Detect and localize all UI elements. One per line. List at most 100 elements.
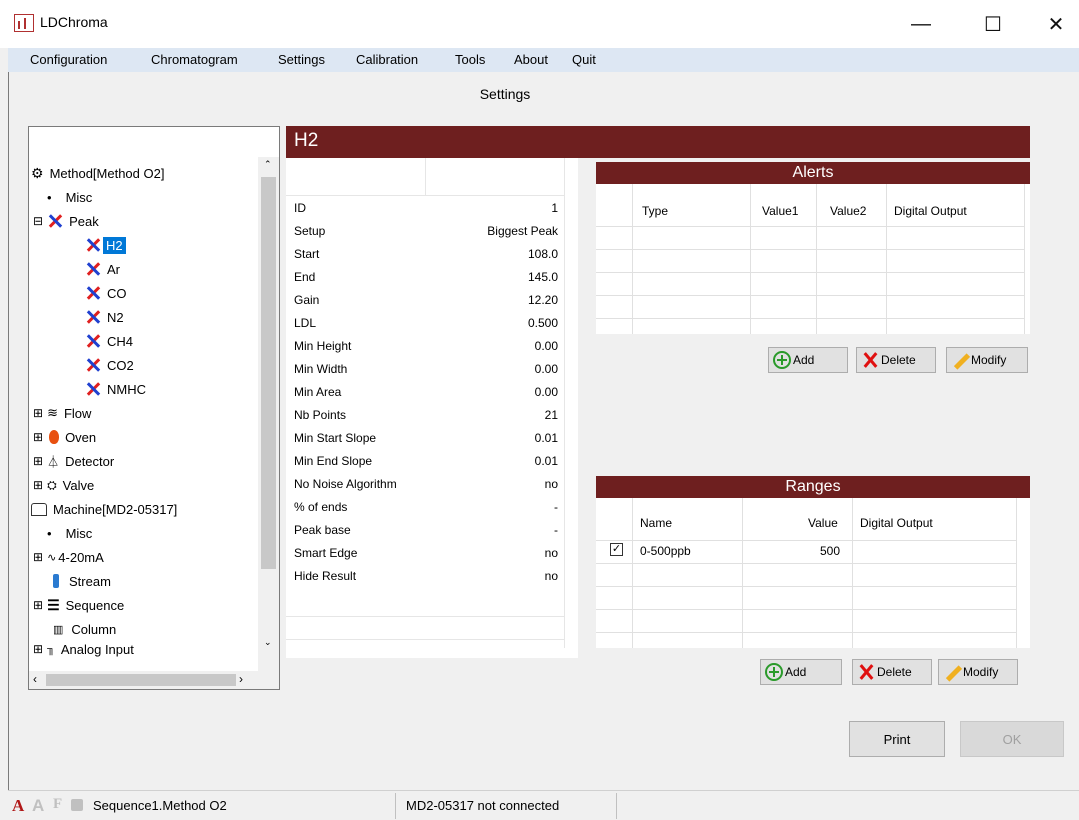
title-bar: LDChroma — ☐ ✕: [0, 0, 1079, 48]
tree-item-peak-co[interactable]: CO: [85, 281, 279, 305]
menu-about[interactable]: About: [514, 52, 548, 67]
param-row[interactable]: ID 1: [286, 196, 564, 219]
expand-icon[interactable]: ⊞: [33, 430, 43, 444]
param-value: -: [554, 500, 558, 514]
maximize-button[interactable]: ☐: [970, 0, 1016, 48]
expand-icon[interactable]: ⊞: [33, 478, 43, 492]
tree-item-peak-h2[interactable]: H2: [85, 233, 279, 257]
param-row[interactable]: Min End Slope 0.01: [286, 449, 564, 472]
print-button[interactable]: Print: [849, 721, 945, 757]
tree-item-detector[interactable]: ⊞ ⏃ Detector: [33, 449, 263, 473]
ranges-modify-button[interactable]: Modify: [938, 659, 1018, 685]
alerts-add-button[interactable]: Add: [768, 347, 848, 373]
tree-item-misc[interactable]: • Misc: [47, 185, 277, 209]
param-row[interactable]: % of ends -: [286, 495, 564, 518]
menu-settings[interactable]: Settings: [278, 52, 325, 67]
collapse-icon[interactable]: ⊟: [33, 214, 43, 228]
save-disk-icon: [71, 799, 83, 811]
param-row-line: [286, 616, 564, 617]
menu-quit[interactable]: Quit: [572, 52, 596, 67]
param-row[interactable]: No Noise Algorithm no: [286, 472, 564, 495]
param-row[interactable]: Smart Edge no: [286, 541, 564, 564]
tree-item-column[interactable]: ▥ Column: [53, 617, 279, 641]
param-row[interactable]: Min Start Slope 0.01: [286, 426, 564, 449]
valve-icon: ⛭: [47, 477, 57, 492]
ranges-add-button[interactable]: Add: [760, 659, 842, 685]
menu-chromatogram[interactable]: Chromatogram: [151, 52, 238, 67]
menu-configuration[interactable]: Configuration: [30, 52, 107, 67]
param-row[interactable]: Min Width 0.00: [286, 357, 564, 380]
scroll-right-icon[interactable]: ›: [239, 672, 243, 686]
ranges-col-digital-output: Digital Output: [860, 516, 933, 530]
tree-item-sequence[interactable]: ⊞ ☰ Sequence: [33, 593, 263, 617]
menu-tools[interactable]: Tools: [455, 52, 485, 67]
param-row[interactable]: Peak base -: [286, 518, 564, 541]
gears-icon: ⚙: [31, 164, 44, 181]
app-chart-icon: [14, 14, 34, 32]
alarm-a-icon: A: [12, 796, 25, 815]
tree-item-peak-co2[interactable]: CO2: [85, 353, 279, 377]
status-bar: A A F Sequence1.Method O2 MD2-05317 not …: [8, 790, 1079, 820]
ok-button[interactable]: OK: [960, 721, 1064, 757]
delete-x-icon: [857, 663, 875, 681]
param-row[interactable]: Hide Result no: [286, 564, 564, 587]
tree-item-method[interactable]: ⚙ Method[Method O2]: [31, 161, 261, 185]
scroll-down-icon[interactable]: ⌄: [264, 637, 272, 648]
param-name: Min End Slope: [294, 454, 373, 468]
tree-vertical-scroll-thumb[interactable]: [261, 177, 276, 569]
column-icon: ▥: [53, 623, 64, 636]
param-name: Min Start Slope: [294, 431, 377, 445]
param-row[interactable]: Setup Biggest Peak: [286, 219, 564, 242]
tree-item-peak-ch4[interactable]: CH4: [85, 329, 279, 353]
tree-item-stream[interactable]: Stream: [53, 569, 279, 593]
tree-item-peak-nmhc[interactable]: NMHC: [85, 377, 279, 401]
alerts-col-value2: Value2: [830, 204, 867, 218]
tree-item-machine[interactable]: Machine[MD2-05317]: [31, 497, 261, 521]
tree-item-oven[interactable]: ⊞ Oven: [33, 425, 263, 449]
param-row[interactable]: Min Area 0.00: [286, 380, 564, 403]
window-title: LDChroma: [40, 14, 108, 30]
param-name: Min Height: [294, 339, 352, 353]
peak-icon: [85, 357, 101, 373]
expand-icon[interactable]: ⊞: [33, 454, 43, 468]
param-name: Setup: [294, 224, 326, 238]
ranges-grid[interactable]: Name Value Digital Output ✓ 0-500ppb 500: [596, 498, 1030, 648]
param-row[interactable]: Start 108.0: [286, 242, 564, 265]
tree-item-peak-n2[interactable]: N2: [85, 305, 279, 329]
param-value: 0.00: [534, 385, 558, 399]
scroll-up-icon[interactable]: ⌃: [264, 159, 272, 170]
tree-item-valve[interactable]: ⊞ ⛭ Valve: [33, 473, 263, 497]
param-value: 0.01: [534, 431, 558, 445]
ranges-delete-button[interactable]: Delete: [852, 659, 932, 685]
tree-item-machine-misc[interactable]: • Misc: [47, 521, 277, 545]
peak-title: H2: [286, 126, 1030, 158]
param-row[interactable]: End 145.0: [286, 265, 564, 288]
tree-item-4-20ma[interactable]: ⊞ ∿ 4-20mA: [33, 545, 263, 569]
param-row[interactable]: LDL 0.500: [286, 311, 564, 334]
alerts-delete-button[interactable]: Delete: [856, 347, 936, 373]
expand-icon[interactable]: ⊞: [33, 598, 43, 612]
alerts-modify-button[interactable]: Modify: [946, 347, 1028, 373]
expand-icon[interactable]: ⊞: [33, 642, 43, 656]
param-value: 145.0: [527, 270, 558, 284]
minimize-button[interactable]: —: [898, 0, 944, 48]
param-value: no: [544, 569, 558, 583]
close-button[interactable]: ✕: [1033, 0, 1079, 48]
peak-icon: [85, 285, 101, 301]
expand-icon[interactable]: ⊞: [33, 550, 43, 564]
tree-horizontal-scroll-thumb[interactable]: [46, 674, 236, 686]
tree-item-peak-ar[interactable]: Ar: [85, 257, 279, 281]
tree-item-peak[interactable]: ⊟ Peak: [33, 209, 263, 233]
expand-icon[interactable]: ⊞: [33, 406, 43, 420]
param-row[interactable]: Nb Points 21: [286, 403, 564, 426]
tree-item-analog-input[interactable]: ⊞ ╖ Analog Input: [33, 641, 263, 657]
range-checkbox[interactable]: ✓: [610, 543, 623, 556]
alerts-grid[interactable]: Type Value1 Value2 Digital Output: [596, 184, 1030, 334]
param-name: Peak base: [294, 523, 351, 537]
param-row[interactable]: Gain 12.20: [286, 288, 564, 311]
tree-item-flow[interactable]: ⊞ ≋ Flow: [33, 401, 263, 425]
scroll-left-icon[interactable]: ‹: [33, 672, 37, 686]
menu-calibration[interactable]: Calibration: [356, 52, 418, 67]
ranges-col-value: Value: [808, 516, 838, 530]
param-row[interactable]: Min Height 0.00: [286, 334, 564, 357]
